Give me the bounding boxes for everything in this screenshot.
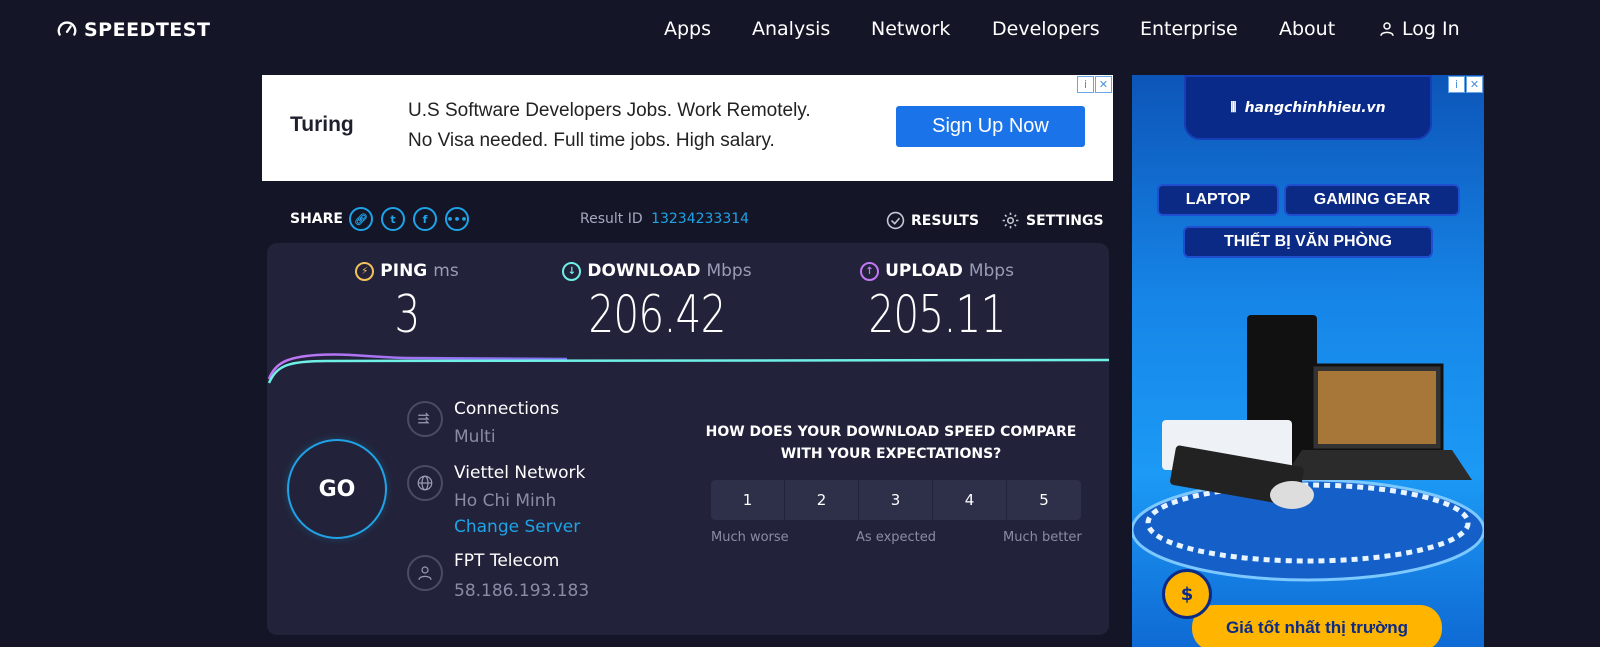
rating-option-5[interactable]: 5: [1007, 480, 1081, 520]
ad-site-header: ⦀ hangchinhhieu.vn: [1184, 75, 1432, 140]
result-id-label: Result ID: [580, 211, 643, 227]
download-unit: Mbps: [706, 261, 752, 281]
upload-unit: Mbps: [968, 261, 1014, 281]
nav-network[interactable]: Network: [871, 18, 950, 40]
upload-metric: ↑ UPLOAD Mbps 205.11: [847, 261, 1027, 345]
change-server-link[interactable]: Change Server: [454, 517, 580, 537]
twitter-icon[interactable]: t: [380, 207, 405, 231]
gear-icon: [1002, 212, 1019, 229]
download-label: DOWNLOAD: [587, 261, 701, 281]
ad-brand: Turing: [290, 113, 354, 136]
ad-line-2: No Visa needed. Full time jobs. High sal…: [408, 130, 775, 151]
isp-name: FPT Telecom: [454, 551, 560, 571]
settings-label: SETTINGS: [1026, 212, 1104, 229]
download-graph-line: [267, 358, 1109, 384]
price-tag-icon: $: [1162, 569, 1212, 619]
speed-graph: [267, 353, 1109, 384]
upload-graph-line: [267, 353, 568, 380]
share-label: SHARE: [290, 211, 343, 227]
facebook-icon[interactable]: f: [412, 207, 437, 231]
pill-office: THIẾT BỊ VĂN PHÒNG: [1183, 226, 1433, 258]
more-icon[interactable]: •••: [444, 207, 469, 231]
go-button[interactable]: GO: [287, 439, 387, 539]
product-image: [1132, 315, 1484, 582]
link-icon[interactable]: 🔗︎: [348, 207, 373, 231]
result-panel: ⚡︎ PING ms 3 ↓ DOWNLOAD Mbps 206.42 ↑ UP…: [267, 243, 1109, 635]
ad-site-name: hangchinhhieu.vn: [1244, 99, 1386, 116]
upload-label: UPLOAD: [885, 261, 963, 281]
download-arrow-icon: ↓: [562, 261, 582, 281]
share-bar: SHARE 🔗︎ t f •••: [290, 207, 477, 231]
settings-button[interactable]: SETTINGS: [1001, 211, 1104, 230]
promo-bar: Giá tốt nhất thị trường: [1192, 605, 1442, 647]
store-logo-icon: ⦀: [1230, 99, 1237, 116]
side-close-icon[interactable]: ✕: [1466, 76, 1483, 93]
ad-signup-button[interactable]: Sign Up Now: [896, 106, 1085, 147]
ping-metric: ⚡︎ PING ms 3: [342, 261, 472, 345]
server-name: Viettel Network: [454, 463, 586, 483]
download-metric: ↓ DOWNLOAD Mbps 206.42: [557, 261, 757, 345]
ping-icon: ⚡︎: [355, 261, 375, 281]
rating-option-3[interactable]: 3: [859, 480, 933, 520]
main-nav: Apps Analysis Network Developers Enterpr…: [0, 18, 1600, 42]
person-icon: [407, 555, 443, 591]
nav-analysis[interactable]: Analysis: [752, 18, 830, 40]
rating-option-2[interactable]: 2: [785, 480, 859, 520]
check-circle-icon: [886, 211, 905, 230]
survey-question: HOW DOES YOUR DOWNLOAD SPEED COMPARE WIT…: [705, 424, 1077, 462]
ad-choices[interactable]: i ✕: [1077, 76, 1112, 93]
isp-ip: 58.186.193.183: [454, 581, 590, 601]
close-icon[interactable]: ✕: [1095, 76, 1112, 93]
scale-high-label: Much better: [1003, 530, 1082, 545]
pill-laptop: LAPTOP: [1157, 184, 1279, 216]
side-ad-choices[interactable]: i ✕: [1448, 76, 1483, 93]
info-icon[interactable]: i: [1077, 76, 1094, 93]
pill-gaming-gear: GAMING GEAR: [1284, 184, 1460, 216]
nav-enterprise[interactable]: Enterprise: [1140, 18, 1238, 40]
rating-option-4[interactable]: 4: [933, 480, 1007, 520]
nav-apps[interactable]: Apps: [664, 18, 711, 40]
user-icon: [1380, 22, 1394, 36]
results-label: RESULTS: [911, 212, 980, 229]
result-id: Result ID 13234233314: [580, 211, 749, 227]
upload-value: 205.11: [868, 285, 1006, 345]
upload-arrow-icon: ↑: [860, 261, 880, 281]
server-location: Ho Chi Minh: [454, 491, 557, 511]
ad-line-1: U.S Software Developers Jobs. Work Remot…: [408, 100, 811, 121]
connections-title: Connections: [454, 399, 560, 419]
download-value: 206.42: [588, 285, 726, 345]
result-id-link[interactable]: 13234233314: [651, 211, 749, 227]
ping-unit: ms: [433, 261, 459, 281]
ping-label: PING: [380, 261, 428, 281]
login-label: Log In: [1402, 18, 1460, 40]
rating-option-1[interactable]: 1: [711, 480, 785, 520]
connections-mode: Multi: [454, 427, 496, 447]
side-ad-banner[interactable]: ⦀ hangchinhhieu.vn i ✕ LAPTOP GAMING GEA…: [1132, 75, 1484, 647]
scale-low-label: Much worse: [711, 530, 789, 545]
globe-icon: [407, 465, 443, 501]
top-ad-banner[interactable]: Turing U.S Software Developers Jobs. Wor…: [262, 75, 1113, 181]
scale-mid-label: As expected: [856, 530, 937, 545]
ping-value: 3: [394, 285, 420, 345]
nav-about[interactable]: About: [1279, 18, 1335, 40]
side-info-icon[interactable]: i: [1448, 76, 1465, 93]
connections-icon: [407, 401, 443, 437]
nav-developers[interactable]: Developers: [992, 18, 1100, 40]
results-button[interactable]: RESULTS: [886, 211, 979, 230]
rating-scale: 1 2 3 4 5: [711, 480, 1081, 520]
login-link[interactable]: Log In: [1378, 18, 1460, 40]
